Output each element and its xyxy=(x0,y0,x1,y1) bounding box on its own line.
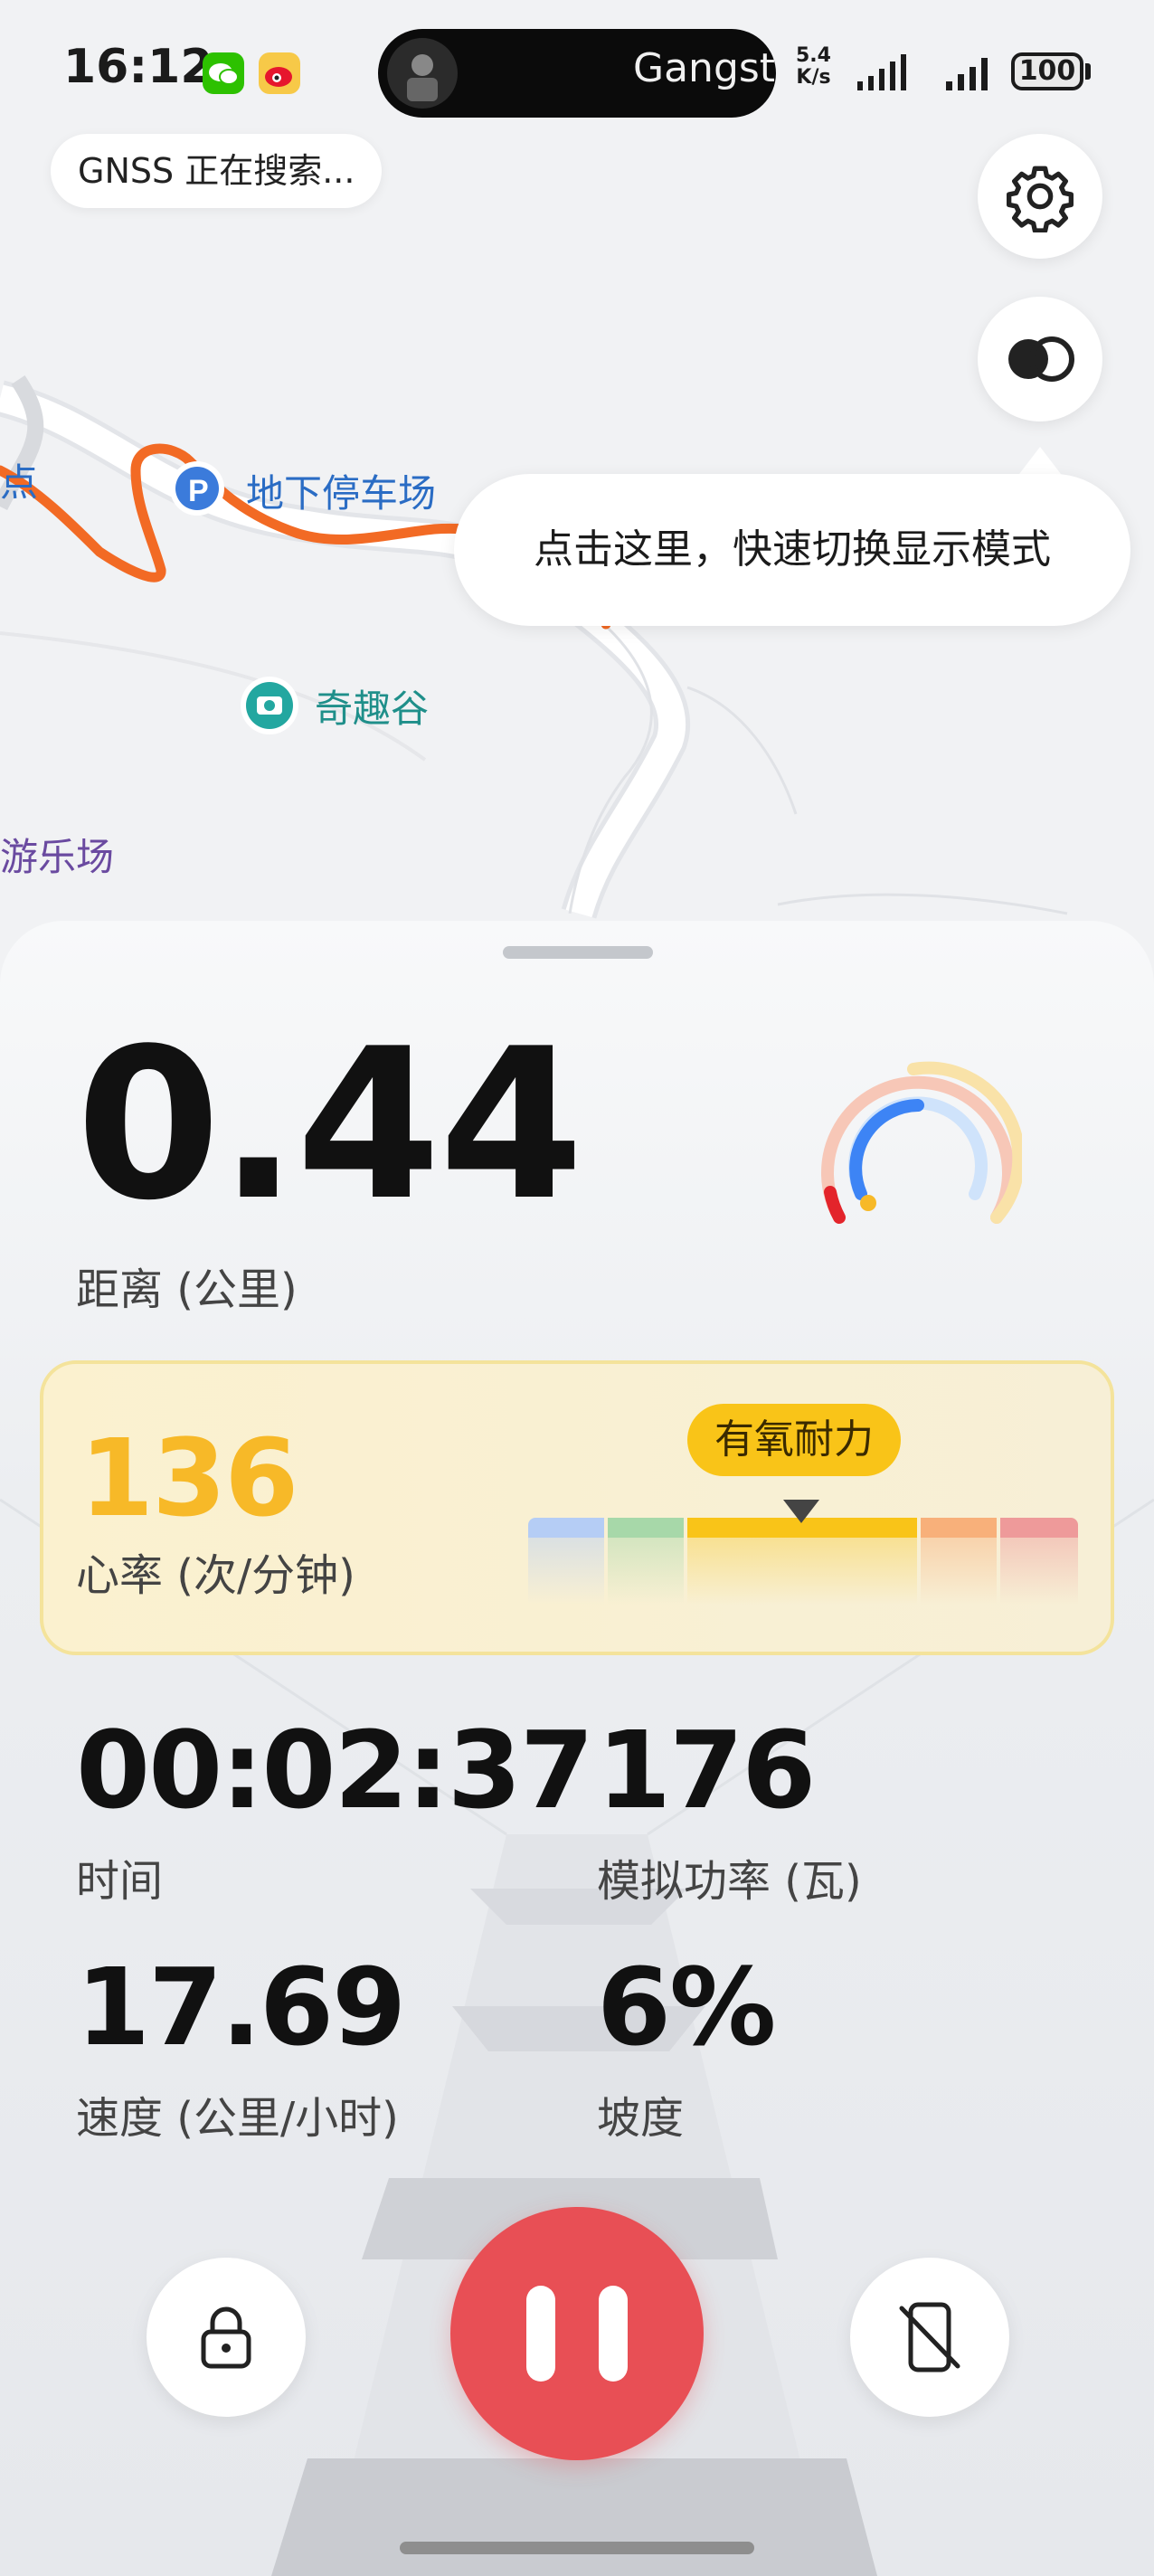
power-value: 176 xyxy=(597,1708,816,1833)
heart-rate-value: 136 xyxy=(80,1416,298,1540)
pause-icon-bar-left xyxy=(526,2286,555,2382)
zone-fade-3 xyxy=(687,1538,917,1605)
poi-parking-label[interactable]: 地下停车场 xyxy=(246,463,436,518)
display-mode-tooltip[interactable]: 点击这里，快速切换显示模式 xyxy=(454,474,1130,626)
zone-bar-2 xyxy=(608,1518,684,1538)
pause-icon-bar-right xyxy=(599,2286,628,2382)
speed-value: 17.69 xyxy=(76,1945,406,2069)
network-speed-value: 5.4 xyxy=(796,44,831,67)
speed-label: 速度 (公里/小时) xyxy=(76,2093,399,2144)
pause-button[interactable] xyxy=(450,2207,704,2460)
distance-label: 距离 (公里) xyxy=(76,1264,298,1315)
grade-value: 6% xyxy=(597,1945,776,2069)
poi-attraction-label[interactable]: 奇趣谷 xyxy=(315,678,429,734)
lock-button[interactable] xyxy=(147,2258,306,2417)
cellular-signal-2-icon xyxy=(946,58,988,90)
svg-text:P: P xyxy=(188,474,209,508)
zone-fade-4 xyxy=(921,1538,997,1605)
sheet-grabber[interactable] xyxy=(503,946,653,959)
screen-off-icon xyxy=(899,2302,960,2372)
lock-icon xyxy=(201,2306,251,2369)
zone-fade-1 xyxy=(528,1538,604,1605)
power-label: 模拟功率 (瓦) xyxy=(597,1856,862,1907)
zone-marker-icon xyxy=(783,1500,819,1523)
home-indicator[interactable] xyxy=(400,2542,754,2554)
gnss-status-chip: GNSS 正在搜索... xyxy=(51,134,383,208)
status-time: 16:12 xyxy=(63,40,213,94)
elapsed-time-label: 时间 xyxy=(76,1856,164,1907)
settings-button[interactable] xyxy=(978,134,1102,259)
now-playing-title: Gangst xyxy=(633,45,776,91)
elapsed-time-value: 00:02:37 xyxy=(76,1708,594,1833)
network-speed: 5.4 K/s xyxy=(796,45,831,89)
zone-bar-1 xyxy=(528,1518,604,1538)
heart-rate-label: 心率 (次/分钟) xyxy=(76,1550,355,1601)
grade-label: 坡度 xyxy=(597,2093,685,2144)
poi-partial-label: 点 xyxy=(0,460,39,505)
zone-fade-5 xyxy=(1000,1538,1078,1605)
activity-rings-icon[interactable] xyxy=(814,1056,1022,1237)
cellular-signal-icon xyxy=(857,54,906,90)
network-speed-unit: K/s xyxy=(796,66,831,89)
zone-bar-4 xyxy=(921,1518,997,1538)
album-art-icon xyxy=(387,38,458,109)
tooltip-arrow xyxy=(1017,447,1064,478)
zone-fade-2 xyxy=(608,1538,684,1605)
battery-icon: 100 xyxy=(1011,52,1083,90)
screen-off-button[interactable] xyxy=(850,2258,1009,2417)
battery-tip xyxy=(1085,63,1091,80)
display-mode-button[interactable] xyxy=(978,297,1102,421)
poi-park-label[interactable]: 游乐场 xyxy=(0,827,114,882)
gear-icon xyxy=(1007,166,1074,232)
zone-bar-5 xyxy=(1000,1518,1078,1538)
distance-value: 0.44 xyxy=(76,1005,583,1246)
wechat-icon xyxy=(203,52,244,94)
heart-rate-zone-badge: 有氧耐力 xyxy=(687,1404,901,1476)
weibo-icon xyxy=(259,52,300,94)
display-mode-icon xyxy=(1008,336,1074,382)
